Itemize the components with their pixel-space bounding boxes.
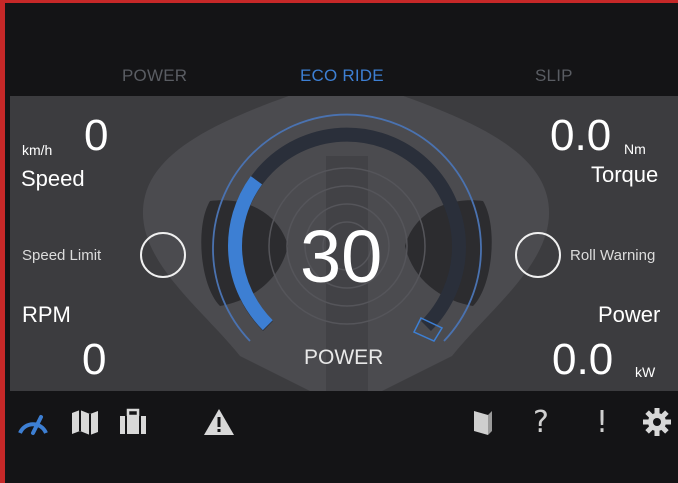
- speed-limit-label: Speed Limit: [22, 247, 102, 264]
- book-icon[interactable]: [466, 405, 500, 439]
- bottom-toolbar: ? !: [10, 391, 678, 451]
- rpm-value: 0: [82, 335, 107, 384]
- app-frame: POWER ECO RIDE SLIP km/h 0 Speed 0.0 Nm …: [0, 0, 678, 483]
- torque-label: Torque: [591, 162, 659, 187]
- help-icon[interactable]: ?: [524, 405, 558, 440]
- tab-eco-ride[interactable]: ECO RIDE: [300, 66, 384, 86]
- gauge-fill: [228, 176, 273, 331]
- bottom-strip: [10, 451, 678, 483]
- tab-power[interactable]: POWER: [122, 66, 187, 86]
- speed-label: Speed: [21, 166, 85, 191]
- speed-limit-indicator[interactable]: [140, 232, 186, 278]
- power-value: 0.0: [552, 335, 614, 384]
- roll-warning-label: Roll Warning: [570, 247, 656, 264]
- dashboard-panel: km/h 0 Speed 0.0 Nm Torque Speed Limit R…: [10, 96, 678, 391]
- power-unit: kW: [635, 364, 656, 380]
- gauge-value: 30: [300, 215, 383, 298]
- power-label: Power: [598, 302, 661, 327]
- map-icon[interactable]: [68, 405, 102, 439]
- alert-icon[interactable]: !: [585, 405, 619, 440]
- tab-slip[interactable]: SLIP: [535, 66, 573, 86]
- gauge-label: POWER: [304, 346, 384, 369]
- speed-value: 0: [84, 111, 109, 160]
- torque-value: 0.0: [550, 111, 612, 160]
- roll-warning-indicator[interactable]: [515, 232, 561, 278]
- gear-icon[interactable]: [640, 405, 674, 439]
- speed-unit: km/h: [22, 142, 53, 158]
- gauge-icon[interactable]: [16, 405, 50, 439]
- rpm-label: RPM: [22, 302, 71, 327]
- briefcase-icon[interactable]: [116, 405, 150, 439]
- torque-unit: Nm: [624, 141, 646, 157]
- warning-icon[interactable]: [202, 405, 236, 439]
- mode-tabs: POWER ECO RIDE SLIP: [10, 58, 678, 96]
